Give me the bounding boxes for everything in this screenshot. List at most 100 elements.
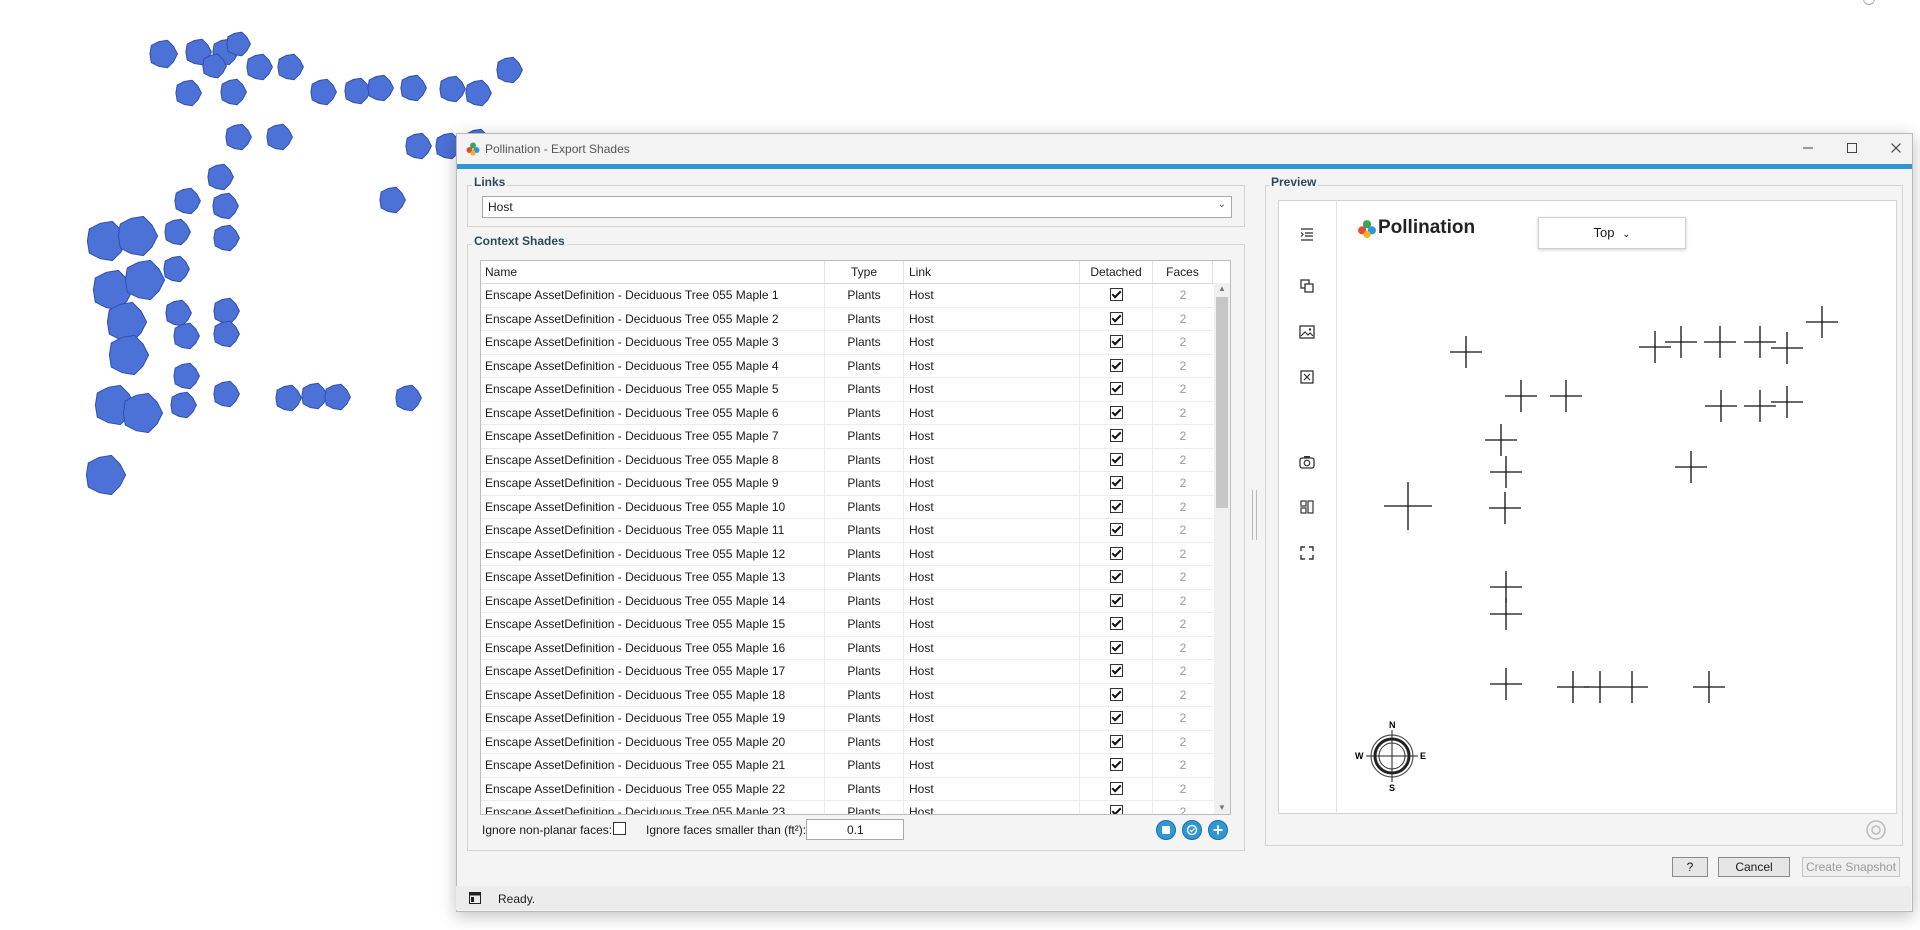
tree-shade-blob[interactable] (220, 78, 247, 106)
column-header-link[interactable]: Link (904, 261, 1080, 283)
tree-shade-blob[interactable] (400, 74, 427, 102)
table-row[interactable]: Enscape AssetDefinition - Deciduous Tree… (481, 707, 1213, 731)
detached-checkbox[interactable] (1109, 758, 1123, 771)
outline-tool-button[interactable] (1296, 223, 1318, 245)
table-row[interactable]: Enscape AssetDefinition - Deciduous Tree… (481, 754, 1213, 778)
tree-shade-blob[interactable] (122, 392, 164, 434)
tree-shade-blob[interactable] (149, 39, 178, 69)
minimize-button[interactable] (1793, 138, 1823, 160)
tree-shade-blob[interactable] (117, 215, 159, 257)
copy-tool-button[interactable] (1296, 275, 1318, 297)
tree-shade-blob[interactable] (175, 79, 202, 107)
detached-checkbox[interactable] (1109, 687, 1123, 701)
close-button[interactable] (1881, 138, 1911, 160)
table-row[interactable]: Enscape AssetDefinition - Deciduous Tree… (481, 378, 1213, 402)
tree-shade-blob[interactable] (266, 123, 293, 151)
select-all-button[interactable] (1156, 820, 1176, 840)
table-row[interactable]: Enscape AssetDefinition - Deciduous Tree… (481, 660, 1213, 684)
tree-shade-blob[interactable] (164, 218, 191, 246)
detached-checkbox[interactable] (1109, 523, 1123, 536)
detached-checkbox[interactable] (1109, 734, 1123, 748)
column-header-detached[interactable]: Detached (1080, 261, 1153, 283)
tree-shade-blob[interactable] (173, 322, 200, 350)
tree-shade-blob[interactable] (163, 255, 190, 283)
detached-checkbox[interactable] (1109, 546, 1123, 560)
scroll-up-icon[interactable]: ▲ (1214, 283, 1230, 295)
scan-tool-button[interactable] (1296, 366, 1318, 388)
tree-shade-blob[interactable] (213, 297, 240, 325)
tree-shade-blob[interactable] (395, 384, 422, 412)
tree-shade-blob[interactable] (439, 75, 466, 103)
table-row[interactable]: Enscape AssetDefinition - Deciduous Tree… (481, 801, 1213, 814)
ignore-nonplanar-checkbox[interactable] (613, 822, 626, 835)
help-button[interactable]: ? (1672, 857, 1708, 877)
detached-checkbox[interactable] (1109, 382, 1123, 395)
table-row[interactable]: Enscape AssetDefinition - Deciduous Tree… (481, 589, 1213, 613)
detached-checkbox[interactable] (1109, 476, 1123, 489)
tree-shade-blob[interactable] (465, 79, 492, 107)
column-header-name[interactable]: Name (481, 261, 825, 283)
add-button[interactable] (1208, 820, 1228, 840)
detached-checkbox[interactable] (1109, 593, 1123, 607)
splitter-handle[interactable] (1252, 490, 1257, 540)
tree-shade-blob[interactable] (277, 53, 304, 81)
tree-shade-blob[interactable] (213, 224, 240, 252)
detached-checkbox[interactable] (1109, 570, 1123, 583)
ignore-smaller-input[interactable]: 0.1 (806, 819, 904, 840)
tree-shade-blob[interactable] (405, 132, 432, 160)
detached-checkbox[interactable] (1109, 781, 1123, 795)
detached-checkbox[interactable] (1109, 335, 1123, 348)
table-row[interactable]: Enscape AssetDefinition - Deciduous Tree… (481, 401, 1213, 425)
tree-shade-blob[interactable] (324, 383, 351, 411)
table-row[interactable]: Enscape AssetDefinition - Deciduous Tree… (481, 284, 1213, 308)
table-row[interactable]: Enscape AssetDefinition - Deciduous Tree… (481, 542, 1213, 566)
camera-tool-button[interactable] (1296, 451, 1318, 473)
table-row[interactable]: Enscape AssetDefinition - Deciduous Tree… (481, 472, 1213, 496)
table-scrollbar[interactable]: ▲ ▼ (1214, 283, 1230, 814)
table-row[interactable]: Enscape AssetDefinition - Deciduous Tree… (481, 495, 1213, 519)
column-header-type[interactable]: Type (825, 261, 904, 283)
tree-shade-blob[interactable] (106, 301, 148, 343)
detached-checkbox[interactable] (1109, 311, 1123, 325)
detached-checkbox[interactable] (1109, 805, 1123, 814)
tree-shade-blob[interactable] (170, 391, 197, 419)
tree-shade-blob[interactable] (213, 380, 240, 408)
cancel-button[interactable]: Cancel (1718, 857, 1790, 877)
tree-shade-blob[interactable] (275, 384, 302, 412)
detached-checkbox[interactable] (1109, 429, 1123, 442)
tree-shade-blob[interactable] (310, 78, 337, 106)
table-row[interactable]: Enscape AssetDefinition - Deciduous Tree… (481, 354, 1213, 378)
scroll-down-icon[interactable]: ▼ (1214, 802, 1230, 814)
visibility-icon[interactable] (1865, 819, 1887, 841)
tree-shade-blob[interactable] (174, 187, 201, 215)
detached-checkbox[interactable] (1109, 358, 1123, 372)
table-row[interactable]: Enscape AssetDefinition - Deciduous Tree… (481, 307, 1213, 331)
links-combobox[interactable]: Host ⌄ (482, 196, 1232, 218)
table-row[interactable]: Enscape AssetDefinition - Deciduous Tree… (481, 636, 1213, 660)
help-circle-icon[interactable] (1862, 0, 1876, 6)
table-row[interactable]: Enscape AssetDefinition - Deciduous Tree… (481, 566, 1213, 590)
image-tool-button[interactable] (1296, 321, 1318, 343)
detached-checkbox[interactable] (1109, 288, 1123, 301)
table-row[interactable]: Enscape AssetDefinition - Deciduous Tree… (481, 425, 1213, 449)
tree-shade-blob[interactable] (379, 186, 406, 214)
scrollbar-thumb[interactable] (1216, 297, 1228, 508)
tree-shade-blob[interactable] (226, 31, 251, 57)
tree-shade-blob[interactable] (124, 259, 166, 301)
detached-checkbox[interactable] (1109, 452, 1123, 466)
table-row[interactable]: Enscape AssetDefinition - Deciduous Tree… (481, 613, 1213, 637)
tree-shade-blob[interactable] (165, 299, 192, 327)
create-snapshot-button[interactable]: Create Snapshot (1802, 857, 1900, 877)
table-row[interactable]: Enscape AssetDefinition - Deciduous Tree… (481, 519, 1213, 543)
tree-shade-blob[interactable] (225, 123, 252, 151)
check-all-button[interactable] (1182, 820, 1202, 840)
tree-shade-blob[interactable] (344, 77, 371, 105)
detached-checkbox[interactable] (1109, 664, 1123, 677)
table-row[interactable]: Enscape AssetDefinition - Deciduous Tree… (481, 730, 1213, 754)
detached-checkbox[interactable] (1109, 499, 1123, 513)
layout-tool-button[interactable] (1296, 496, 1318, 518)
tree-shade-blob[interactable] (213, 320, 240, 348)
tree-shade-blob[interactable] (367, 74, 394, 102)
table-row[interactable]: Enscape AssetDefinition - Deciduous Tree… (481, 448, 1213, 472)
fullscreen-tool-button[interactable] (1296, 542, 1318, 564)
